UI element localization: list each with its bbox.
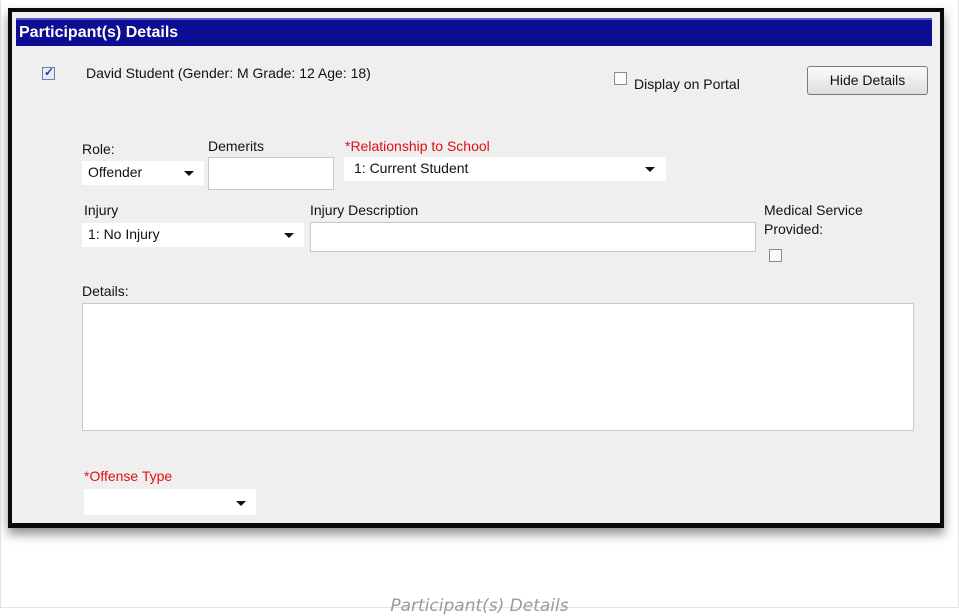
offense-type-label: *Offense Type	[84, 468, 173, 484]
injury-description-label: Injury Description	[310, 202, 419, 218]
medical-service-checkbox[interactable]	[769, 249, 782, 262]
relationship-value: 1: Current Student	[354, 160, 469, 176]
chevron-down-icon	[284, 233, 294, 238]
hide-details-button[interactable]: Hide Details	[807, 66, 928, 95]
medical-service-label-line1: Medical Service	[764, 202, 863, 218]
participant-name: David Student (Gender: M Grade: 12 Age: …	[86, 65, 371, 81]
demerits-label: Demerits	[208, 138, 265, 154]
medical-service-label-line2: Provided:	[764, 221, 824, 237]
participant-details-window: Participant(s) Details ✓ David Student (…	[8, 8, 944, 528]
display-on-portal-checkbox[interactable]	[614, 72, 627, 85]
injury-select[interactable]: 1: No Injury	[82, 223, 304, 247]
chevron-down-icon	[184, 171, 194, 176]
hide-details-label: Hide Details	[829, 72, 906, 88]
role-label: Role:	[82, 141, 115, 157]
figure-caption: Participant(s) Details	[390, 596, 569, 616]
relationship-label: *Relationship to School	[345, 138, 490, 154]
offense-type-select[interactable]	[84, 489, 256, 515]
chevron-down-icon	[236, 501, 246, 506]
relationship-select[interactable]: 1: Current Student	[344, 157, 666, 181]
injury-label: Injury	[84, 202, 119, 218]
demerits-input[interactable]	[208, 157, 334, 190]
section-header: Participant(s) Details	[16, 18, 932, 46]
details-textarea[interactable]	[82, 303, 914, 431]
participant-checkbox[interactable]: ✓	[42, 65, 55, 80]
injury-description-input[interactable]	[310, 222, 756, 252]
chevron-down-icon	[645, 167, 655, 172]
role-value: Offender	[88, 164, 143, 180]
checkmark-icon: ✓	[44, 65, 55, 79]
section-title: Participant(s) Details	[19, 24, 179, 41]
role-select[interactable]: Offender	[82, 161, 204, 185]
injury-value: 1: No Injury	[88, 226, 160, 242]
details-label: Details:	[82, 283, 129, 299]
display-on-portal-label: Display on Portal	[634, 76, 740, 92]
